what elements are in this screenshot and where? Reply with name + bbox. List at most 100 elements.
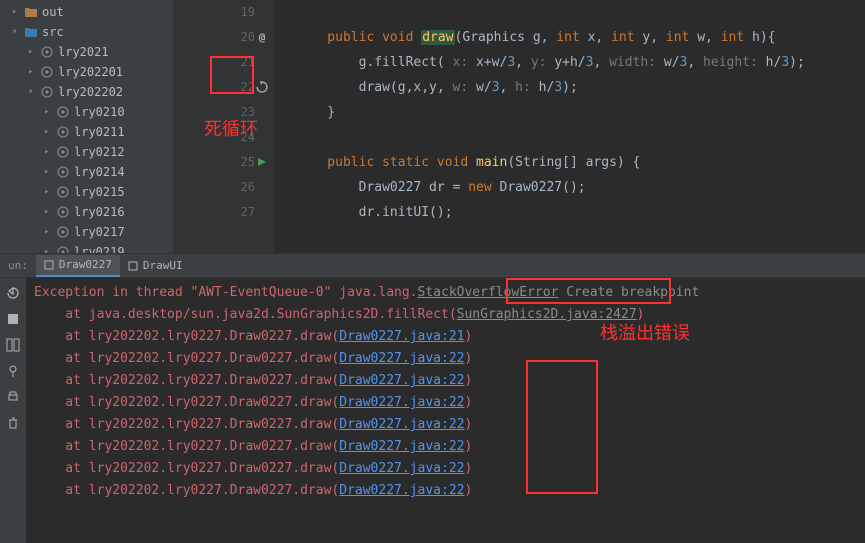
tree-arrow-icon[interactable]: ▸ bbox=[44, 207, 54, 217]
console-line: at lry202202.lry0227.Draw0227.draw(Draw0… bbox=[34, 436, 857, 458]
console-line: at lry202202.lry0227.Draw0227.draw(Draw0… bbox=[34, 370, 857, 392]
stacktrace-link[interactable]: Draw0227.java:22 bbox=[339, 483, 464, 498]
tree-arrow-icon[interactable]: ▾ bbox=[12, 27, 22, 37]
tree-item-lry202201[interactable]: ▸lry202201 bbox=[0, 62, 173, 82]
tree-item-lry0214[interactable]: ▸lry0214 bbox=[0, 162, 173, 182]
run-panel-label: un: bbox=[0, 259, 36, 272]
package-icon bbox=[56, 185, 70, 199]
console-line: Exception in thread "AWT-EventQueue-0" j… bbox=[34, 282, 857, 304]
stop-button[interactable] bbox=[4, 310, 22, 328]
run-tab-DrawUI[interactable]: DrawUI bbox=[120, 255, 191, 277]
tree-item-lry0212[interactable]: ▸lry0212 bbox=[0, 142, 173, 162]
gutter-line-20[interactable]: 20@ bbox=[174, 25, 255, 50]
stacktrace-link[interactable]: SunGraphics2D.java:2427 bbox=[457, 307, 637, 322]
package-icon bbox=[56, 125, 70, 139]
tree-item-label: lry0219 bbox=[74, 245, 125, 253]
code-line-25[interactable]: public static void main(String[] args) { bbox=[296, 150, 865, 175]
tree-arrow-icon[interactable]: ▸ bbox=[28, 67, 38, 77]
editor-code[interactable]: public void draw(Graphics g, int x, int … bbox=[274, 0, 865, 253]
code-line-20[interactable]: public void draw(Graphics g, int x, int … bbox=[296, 25, 865, 50]
gutter-line-26[interactable]: 26 bbox=[174, 175, 255, 200]
override-icon[interactable]: @ bbox=[255, 30, 269, 44]
tree-arrow-icon[interactable]: ▸ bbox=[44, 227, 54, 237]
package-icon bbox=[40, 65, 54, 79]
console-line: at lry202202.lry0227.Draw0227.draw(Draw0… bbox=[34, 348, 857, 370]
code-line-19[interactable] bbox=[296, 0, 865, 25]
print-icon bbox=[7, 391, 19, 403]
folder-icon bbox=[24, 5, 38, 19]
gutter-line-24[interactable]: 24 bbox=[174, 125, 255, 150]
stacktrace-link[interactable]: Draw0227.java:22 bbox=[339, 373, 464, 388]
layout-button[interactable] bbox=[4, 336, 22, 354]
tree-item-label: lry0215 bbox=[74, 185, 125, 199]
gutter-line-25[interactable]: 25 bbox=[174, 150, 255, 175]
tree-item-lry202202[interactable]: ▾ lry202202 bbox=[0, 82, 173, 102]
editor-gutter[interactable]: 1920@21222324252627 bbox=[174, 0, 274, 253]
tree-arrow-icon[interactable]: ▸ bbox=[12, 7, 22, 17]
package-icon bbox=[40, 45, 54, 59]
code-line-26[interactable]: Draw0227 dr = new Draw0227(); bbox=[296, 175, 865, 200]
tree-arrow-icon[interactable]: ▸ bbox=[44, 247, 54, 253]
run-config-icon bbox=[128, 261, 138, 271]
stacktrace-link[interactable]: Draw0227.java:21 bbox=[339, 329, 464, 344]
tree-item-src[interactable]: ▾src bbox=[0, 22, 173, 42]
layout-icon bbox=[6, 338, 20, 352]
run-panel: un: Draw0227 DrawUI bbox=[0, 253, 865, 543]
code-editor[interactable]: 1920@21222324252627 public void draw(Gra… bbox=[174, 0, 865, 253]
tree-item-lry0216[interactable]: ▸lry0216 bbox=[0, 202, 173, 222]
stacktrace-link[interactable]: Draw0227.java:22 bbox=[339, 417, 464, 432]
package-icon bbox=[56, 245, 70, 253]
tree-arrow-icon[interactable]: ▸ bbox=[44, 147, 54, 157]
tree-item-out[interactable]: ▸ out bbox=[0, 2, 173, 22]
gutter-line-21[interactable]: 21 bbox=[174, 50, 255, 75]
package-icon bbox=[56, 225, 70, 239]
tree-arrow-icon[interactable]: ▸ bbox=[44, 127, 54, 137]
code-line-24[interactable] bbox=[296, 125, 865, 150]
package-icon bbox=[56, 205, 70, 219]
tree-item-lry0210[interactable]: ▸lry0210 bbox=[0, 102, 173, 122]
project-tree[interactable]: ▸out▾src▸lry2021▸lry202201▾lry202202▸lry… bbox=[0, 0, 174, 253]
tree-arrow-icon[interactable]: ▸ bbox=[44, 167, 54, 177]
console-line: at lry202202.lry0227.Draw0227.draw(Draw0… bbox=[34, 414, 857, 436]
stacktrace-link[interactable]: Draw0227.java:22 bbox=[339, 439, 464, 454]
tree-item-label: out bbox=[42, 5, 64, 19]
pin-button[interactable] bbox=[4, 362, 22, 380]
print-button[interactable] bbox=[4, 388, 22, 406]
tree-item-lry0211[interactable]: ▸lry0211 bbox=[0, 122, 173, 142]
gutter-line-19[interactable]: 19 bbox=[174, 0, 255, 25]
code-line-23[interactable]: } bbox=[296, 100, 865, 125]
tree-item-lry0219[interactable]: ▸ lry0219 bbox=[0, 242, 173, 253]
tree-arrow-icon[interactable]: ▸ bbox=[28, 47, 38, 57]
stacktrace-link[interactable]: Draw0227.java:22 bbox=[339, 395, 464, 410]
gutter-line-27[interactable]: 27 bbox=[174, 200, 255, 225]
recursive-call-icon[interactable] bbox=[255, 80, 269, 94]
source-folder-icon bbox=[24, 25, 38, 39]
package-icon bbox=[40, 85, 54, 99]
tree-arrow-icon[interactable]: ▾ bbox=[28, 87, 38, 97]
stacktrace-link[interactable]: Draw0227.java:22 bbox=[339, 461, 464, 476]
code-line-27[interactable]: dr.initUI(); bbox=[296, 200, 865, 225]
run-tab-Draw0227[interactable]: Draw0227 bbox=[36, 255, 120, 277]
tree-arrow-icon[interactable]: ▸ bbox=[44, 187, 54, 197]
tree-item-lry0217[interactable]: ▸lry0217 bbox=[0, 222, 173, 242]
run-gutter-icon[interactable] bbox=[255, 155, 269, 169]
console-output[interactable]: 栈溢出错误 Exception in thread "AWT-EventQueu… bbox=[26, 278, 865, 543]
rerun-button[interactable] bbox=[4, 284, 22, 302]
delete-button[interactable] bbox=[4, 414, 22, 432]
gutter-line-22[interactable]: 22 bbox=[174, 75, 255, 100]
tree-item-lry2021[interactable]: ▸lry2021 bbox=[0, 42, 173, 62]
run-config-icon bbox=[44, 260, 54, 270]
tree-item-lry0215[interactable]: ▸ lry0215 bbox=[0, 182, 173, 202]
package-icon bbox=[56, 165, 70, 179]
package-icon bbox=[56, 105, 70, 119]
code-line-21[interactable]: g.fillRect( x: x+w/3, y: y+h/3, width: w… bbox=[296, 50, 865, 75]
package-icon bbox=[56, 145, 70, 159]
stacktrace-link[interactable]: Draw0227.java:22 bbox=[339, 351, 464, 366]
tree-item-label: lry202202 bbox=[58, 85, 123, 99]
gutter-line-23[interactable]: 23 bbox=[174, 100, 255, 125]
tree-arrow-icon[interactable]: ▸ bbox=[44, 107, 54, 117]
run-tab-bar: un: Draw0227 DrawUI bbox=[0, 254, 865, 278]
stacktrace-link[interactable]: StackOverflowError bbox=[418, 285, 559, 300]
run-tab-label: Draw0227 bbox=[59, 258, 112, 271]
code-line-22[interactable]: draw(g,x,y, w: w/3, h: h/3); bbox=[296, 75, 865, 100]
